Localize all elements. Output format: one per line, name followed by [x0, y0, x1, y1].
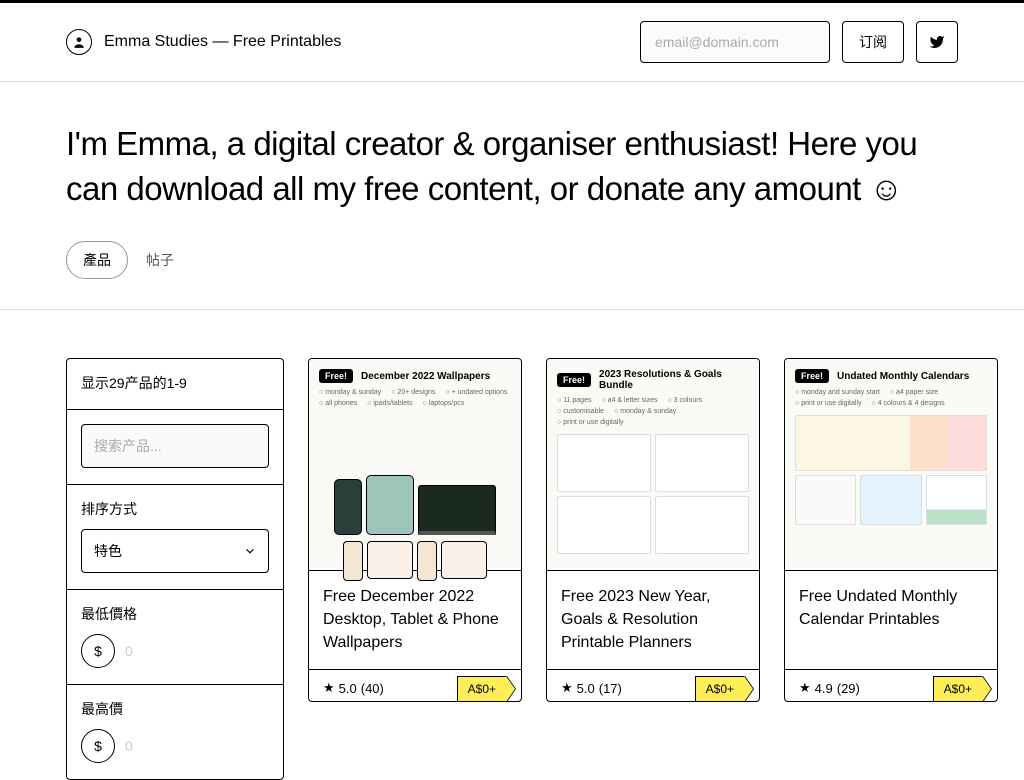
header-left: Emma Studies — Free Printables: [66, 29, 341, 55]
star-icon: ★: [323, 680, 335, 696]
email-input[interactable]: [640, 21, 830, 63]
product-card[interactable]: Free! Undated Monthly Calendars monday a…: [784, 358, 998, 702]
sort-label: 排序方式: [81, 499, 269, 519]
tab-posts[interactable]: 帖子: [146, 250, 174, 270]
currency-symbol: $: [81, 634, 115, 668]
card-body: Free 2023 New Year, Goals & Resolution P…: [547, 571, 759, 669]
tab-products[interactable]: 產品: [66, 241, 128, 279]
price-tag: A$0+: [695, 676, 745, 701]
product-title: Free 2023 New Year, Goals & Resolution P…: [561, 585, 745, 655]
sort-select[interactable]: 特色: [81, 529, 269, 573]
min-price-input[interactable]: [125, 634, 306, 668]
header-right: 订阅: [640, 21, 958, 63]
rating: ★ 5.0 (40): [323, 680, 384, 696]
results-section: 显示29产品的1-9: [67, 359, 283, 410]
person-icon: [72, 35, 86, 49]
hero: I'm Emma, a digital creator & organiser …: [0, 82, 1024, 241]
thumb-title: 2023 Resolutions & Goals Bundle: [599, 369, 749, 391]
main: 显示29产品的1-9 排序方式 特色 最低價格 $ 最高價 $: [0, 310, 1024, 780]
sidebar: 显示29产品的1-9 排序方式 特色 最低價格 $ 最高價 $: [66, 358, 284, 780]
card-footer: ★ 5.0 (40) A$0+: [309, 669, 521, 701]
product-thumbnail: Free! 2023 Resolutions & Goals Bundle 11…: [547, 359, 759, 571]
max-price-label: 最高價: [81, 699, 269, 719]
min-price-label: 最低價格: [81, 604, 269, 624]
rating: ★ 5.0 (17): [561, 680, 622, 696]
product-card[interactable]: Free! 2023 Resolutions & Goals Bundle 11…: [546, 358, 760, 702]
currency-symbol: $: [81, 729, 115, 763]
card-footer: ★ 4.9 (29) A$0+: [785, 669, 997, 701]
thumb-meta: monday and sunday starta4 paper size pri…: [795, 389, 987, 407]
thumb-title: Undated Monthly Calendars: [837, 371, 969, 382]
sort-section: 排序方式 特色: [67, 485, 283, 590]
product-title: Free December 2022 Desktop, Tablet & Pho…: [323, 585, 507, 655]
site-title[interactable]: Emma Studies — Free Printables: [104, 33, 341, 51]
free-badge: Free!: [319, 369, 353, 383]
subscribe-button[interactable]: 订阅: [842, 21, 904, 63]
thumb-meta: 11 pagesa4 & letter sizes3 colours custo…: [557, 397, 749, 426]
price-tag: A$0+: [933, 676, 983, 701]
tabs: 產品 帖子: [0, 241, 1024, 309]
avatar[interactable]: [66, 29, 92, 55]
product-thumbnail: Free! December 2022 Wallpapers monday & …: [309, 359, 521, 571]
thumb-title: December 2022 Wallpapers: [361, 371, 490, 382]
hero-text: I'm Emma, a digital creator & organiser …: [66, 122, 958, 211]
results-count: 显示29产品的1-9: [81, 373, 269, 393]
card-footer: ★ 5.0 (17) A$0+: [547, 669, 759, 701]
free-badge: Free!: [557, 373, 591, 387]
price-tag: A$0+: [457, 676, 507, 701]
search-input[interactable]: [81, 424, 269, 468]
search-section: [67, 410, 283, 485]
product-thumbnail: Free! Undated Monthly Calendars monday a…: [785, 359, 997, 571]
rating: ★ 4.9 (29): [799, 680, 860, 696]
min-price-section: 最低價格 $: [67, 590, 283, 685]
star-icon: ★: [799, 680, 811, 696]
twitter-icon: [929, 34, 945, 50]
twitter-button[interactable]: [916, 21, 958, 63]
card-body: Free Undated Monthly Calendar Printables: [785, 571, 997, 669]
card-body: Free December 2022 Desktop, Tablet & Pho…: [309, 571, 521, 669]
star-icon: ★: [561, 680, 573, 696]
free-badge: Free!: [795, 369, 829, 383]
thumb-meta: monday & sunday20+ designs+ undated opti…: [319, 389, 511, 407]
header: Emma Studies — Free Printables 订阅: [0, 3, 1024, 82]
max-price-section: 最高價 $: [67, 685, 283, 779]
max-price-input[interactable]: [125, 729, 306, 763]
product-title: Free Undated Monthly Calendar Printables: [799, 585, 983, 631]
product-card[interactable]: Free! December 2022 Wallpapers monday & …: [308, 358, 522, 702]
product-grid: Free! December 2022 Wallpapers monday & …: [308, 358, 998, 702]
